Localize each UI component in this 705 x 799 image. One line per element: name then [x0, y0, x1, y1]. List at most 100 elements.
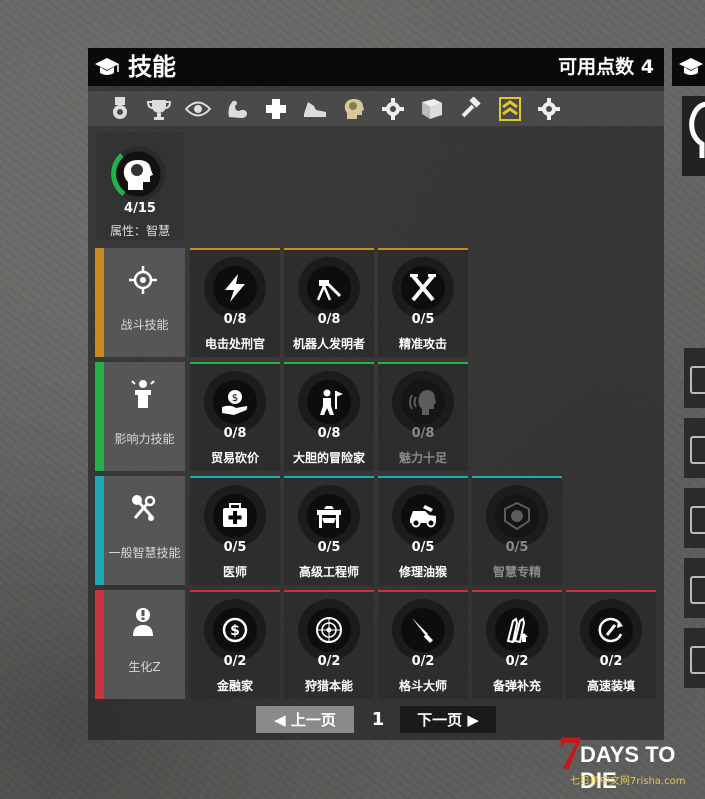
skill-category-tabs: [88, 91, 664, 126]
reload-cycle-icon: [598, 617, 623, 643]
skill-name: 大胆的冒险家: [292, 451, 365, 465]
skill-level: 0/5: [411, 540, 435, 555]
skill-card[interactable]: 0/8 机器人发明者: [284, 248, 374, 357]
category-influence[interactable]: 影响力技能: [95, 362, 185, 471]
skill-card[interactable]: 0/5 高级工程师: [284, 476, 374, 585]
category-label: 战斗技能: [120, 318, 169, 332]
category-label: 生化Z: [128, 660, 161, 674]
skill-level: 0/5: [411, 312, 435, 327]
skill-name: 医师: [222, 565, 247, 579]
attribute-progress-ring: [110, 146, 166, 202]
graduation-cap-icon: [679, 58, 703, 75]
skill-name: 狩猎本能: [304, 679, 353, 693]
skill-name: 精准攻击: [398, 337, 447, 351]
health-cross-icon[interactable]: [261, 94, 291, 124]
skill-name: 备弹补充: [492, 679, 541, 693]
prev-page-button[interactable]: ◀ 上一页: [256, 706, 354, 733]
lightning-icon: [225, 274, 245, 302]
skill-card[interactable]: 0/8 魅力十足: [378, 362, 468, 471]
skill-name: 金融家: [216, 679, 253, 693]
skill-name: 高级工程师: [298, 565, 359, 579]
target-scope-icon: [316, 617, 342, 643]
attribute-card[interactable]: 4/15 属性：智慧: [96, 132, 184, 240]
skill-level: 0/2: [411, 654, 435, 669]
side-panel-node[interactable]: [684, 418, 705, 478]
skill-card[interactable]: 0/2 备弹补充: [472, 590, 562, 699]
rank-chevron-icon[interactable]: [495, 94, 525, 124]
skill-level: 0/8: [223, 426, 247, 441]
side-panel-node[interactable]: [684, 628, 705, 688]
hammer-icon[interactable]: [456, 94, 486, 124]
side-panel-node[interactable]: [684, 558, 705, 618]
skill-level: 0/2: [317, 654, 341, 669]
eye-icon[interactable]: [183, 94, 213, 124]
skill-card[interactable]: 0/2 狩猎本能: [284, 590, 374, 699]
category-color-strip: [95, 362, 104, 471]
skill-card[interactable]: 0/5 精准攻击: [378, 248, 468, 357]
gear-icon[interactable]: [378, 94, 408, 124]
skill-card[interactable]: 0/5 智慧专精: [472, 476, 562, 585]
secondary-panel-header: [672, 48, 705, 86]
category-combat[interactable]: 战斗技能: [95, 248, 185, 357]
category-biochem-z[interactable]: 生化Z: [95, 590, 185, 699]
skill-card[interactable]: 0/5 医师: [190, 476, 280, 585]
skill-card[interactable]: $ 0/2 金融家: [190, 590, 280, 699]
skills-header: 技能 可用点数 4: [88, 48, 664, 86]
skill-card[interactable]: $ 0/8 贸易砍价: [190, 362, 280, 471]
skill-level: 0/8: [317, 426, 341, 441]
book-icon[interactable]: [417, 94, 447, 124]
skill-level: 0/2: [223, 654, 247, 669]
skill-name: 高速装填: [586, 679, 635, 693]
knife-icon: [412, 618, 433, 643]
gear-icon[interactable]: [534, 94, 564, 124]
brain-head-icon: [689, 101, 705, 158]
dollar-coin-icon: $: [222, 617, 248, 643]
medal-icon[interactable]: [105, 94, 135, 124]
skill-card[interactable]: 0/2 格斗大师: [378, 590, 468, 699]
skill-level: 0/2: [599, 654, 623, 669]
speaking-head-icon: [409, 390, 436, 415]
skill-card[interactable]: 0/5 修理油猴: [378, 476, 468, 585]
running-shoe-icon[interactable]: [300, 94, 330, 124]
available-points: 可用点数 4: [558, 56, 654, 78]
page-number: 1: [371, 709, 385, 730]
svg-text:$: $: [230, 623, 240, 639]
side-panel-node[interactable]: [684, 488, 705, 548]
attribute-level: 4/15: [124, 201, 156, 216]
skill-card[interactable]: 0/2 高速装填: [566, 590, 656, 699]
category-color-strip: [95, 590, 104, 699]
skill-name: 魅力十足: [398, 451, 447, 465]
side-panel-attribute-icon: [682, 96, 705, 176]
crossed-batons-icon: [410, 274, 436, 302]
category-label: 影响力技能: [114, 432, 175, 446]
adventurer-flag-icon: [320, 389, 343, 415]
graduation-cap-icon: [95, 58, 119, 75]
logo-subtitle: 七日杀中文网7risha.com: [570, 776, 686, 787]
skill-name: 电击处刑官: [204, 337, 265, 351]
skill-card[interactable]: 0/8 大胆的冒险家: [284, 362, 374, 471]
tools-icon: [132, 495, 156, 521]
skill-name: 格斗大师: [398, 679, 447, 693]
category-general-intellect[interactable]: 一般智慧技能: [95, 476, 185, 585]
skill-name: 修理油猴: [398, 565, 447, 579]
category-label: 一般智慧技能: [108, 546, 181, 560]
podium-speaker-icon: [131, 380, 155, 408]
category-color-strip: [95, 248, 104, 357]
brain-badge-icon: [504, 501, 530, 531]
skill-level: 0/8: [223, 312, 247, 327]
svg-text:$: $: [232, 393, 238, 404]
muscle-arm-icon[interactable]: [222, 94, 252, 124]
skill-name: 智慧专精: [492, 565, 541, 579]
skill-level: 0/2: [505, 654, 529, 669]
attribute-name: 属性：智慧: [109, 224, 170, 238]
game-logo-watermark: 7 DAYS TO DIE 七日杀中文网7risha.com: [558, 727, 698, 793]
skill-level: 0/8: [411, 426, 435, 441]
next-page-button[interactable]: 下一页 ▶: [400, 706, 496, 733]
zombie-alert-icon: [133, 608, 153, 636]
brain-head-icon[interactable]: [339, 94, 369, 124]
skill-level: 0/5: [223, 540, 247, 555]
trophy-icon[interactable]: [144, 94, 174, 124]
money-hand-icon: $: [222, 390, 248, 415]
skill-card[interactable]: 0/8 电击处刑官: [190, 248, 280, 357]
side-panel-node[interactable]: [684, 348, 705, 408]
